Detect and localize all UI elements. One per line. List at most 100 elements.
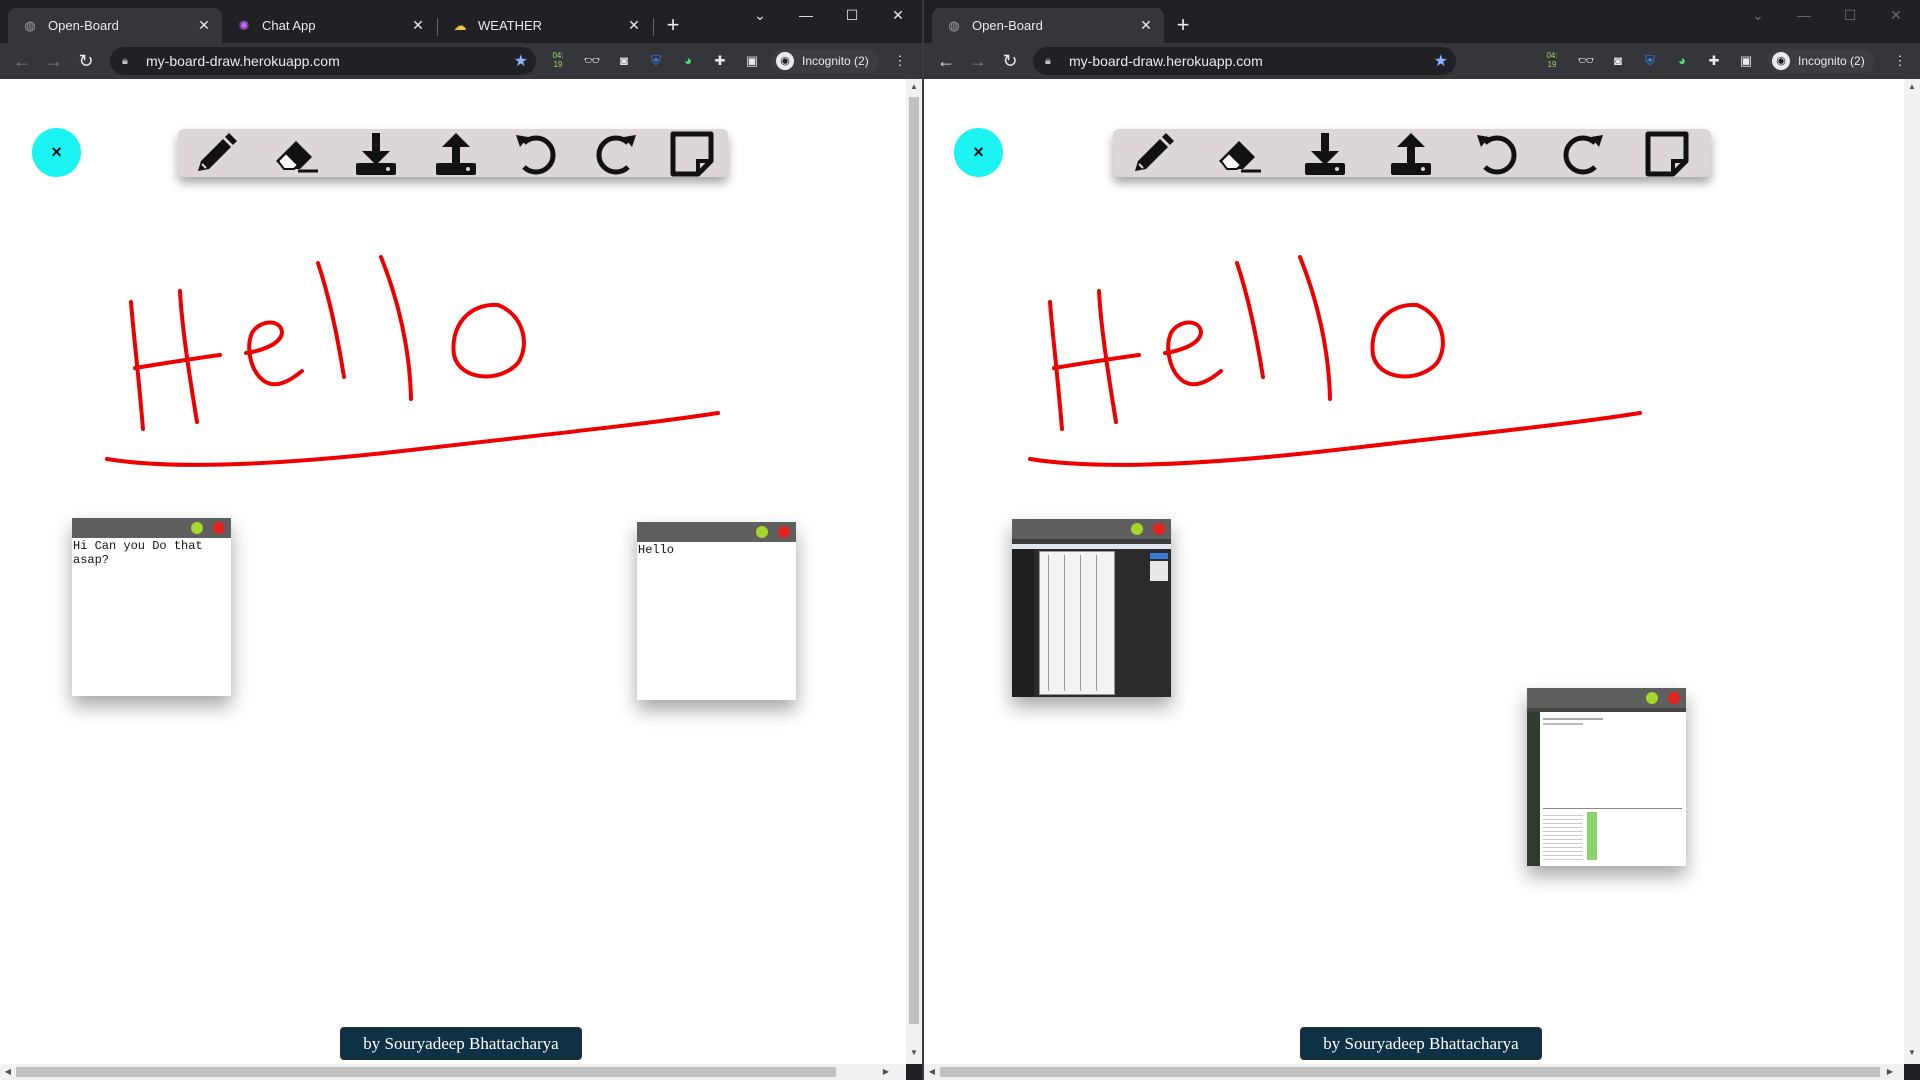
new-tab-button[interactable]: + — [1169, 12, 1197, 40]
bookmark-star-icon[interactable]: ★ — [1434, 51, 1448, 71]
side-panel-icon[interactable]: ▣ — [1736, 51, 1756, 71]
globe-icon: ◍ — [24, 17, 36, 33]
pencil-icon[interactable] — [192, 131, 240, 177]
upload-icon[interactable] — [432, 131, 480, 177]
scrollbar-thumb[interactable] — [940, 1067, 1880, 1077]
scrollbar-thumb[interactable] — [909, 97, 919, 1024]
image-note[interactable] — [1012, 519, 1171, 697]
more-menu-icon[interactable]: ⋮ — [1890, 51, 1910, 71]
upload-icon[interactable] — [1387, 131, 1435, 177]
tab-title: Open-Board — [972, 18, 1043, 33]
sticky-note-text[interactable]: Hi Can you Do that asap? — [73, 539, 229, 567]
extensions-puzzle-icon[interactable]: ✚ — [710, 51, 730, 71]
camera-extension-icon[interactable]: ◙ — [614, 51, 634, 71]
undo-icon[interactable] — [1473, 131, 1521, 177]
tab-weather[interactable]: ☁ WEATHER ✕ — [438, 8, 652, 43]
address-bar[interactable]: 🔒︎ my-board-draw.herokuapp.com ★ — [1033, 47, 1456, 75]
eraser-icon[interactable] — [1215, 131, 1263, 177]
address-bar[interactable]: 🔒︎ my-board-draw.herokuapp.com ★ — [110, 47, 536, 75]
scroll-up-arrow[interactable]: ▲ — [1904, 82, 1920, 91]
remove-note-button[interactable] — [778, 526, 790, 538]
remove-note-button[interactable] — [213, 522, 225, 534]
vertical-scrollbar[interactable]: ▲ ▼ — [906, 79, 922, 1064]
sticky-note-icon[interactable] — [668, 131, 716, 177]
remove-note-button[interactable] — [1153, 523, 1165, 535]
redo-icon[interactable] — [1559, 131, 1607, 177]
glasses-extension-icon[interactable]: 👓︎ — [1576, 51, 1596, 71]
scroll-right-arrow[interactable]: ▶ — [878, 1064, 894, 1080]
extensions-puzzle-icon[interactable]: ✚ — [1704, 51, 1724, 71]
scroll-left-arrow[interactable]: ◀ — [0, 1064, 16, 1080]
undo-icon[interactable] — [512, 131, 560, 177]
toggle-tools-button[interactable]: × — [32, 128, 81, 177]
close-icon[interactable]: ✕ — [626, 17, 642, 33]
maximize-button[interactable]: ☐ — [1827, 0, 1873, 32]
glasses-extension-icon[interactable]: 👓︎ — [582, 51, 602, 71]
sticky-note-header[interactable] — [637, 522, 796, 542]
close-window-button[interactable]: ✕ — [1873, 0, 1919, 32]
scroll-right-arrow[interactable]: ▶ — [1882, 1064, 1898, 1080]
reload-icon[interactable]: ↻ — [72, 47, 100, 75]
forward-icon[interactable]: → — [40, 47, 68, 75]
tab-search-icon[interactable]: ⌄ — [737, 0, 783, 32]
sticky-note-icon[interactable] — [1643, 131, 1691, 177]
incognito-badge[interactable]: ◉ Incognito (2) — [1768, 49, 1875, 73]
image-note[interactable] — [1527, 688, 1686, 866]
minimize-button[interactable]: — — [1781, 0, 1827, 32]
globe-icon: ◍ — [948, 17, 960, 33]
incognito-badge[interactable]: ◉ Incognito (2) — [772, 49, 879, 73]
minimize-note-button[interactable] — [756, 526, 768, 538]
paint-extension-icon[interactable]: ◕ — [678, 51, 698, 71]
shield-extension-icon[interactable]: ⛨ — [646, 51, 666, 71]
tab-open-board[interactable]: ◍ Open-Board ✕ — [932, 8, 1164, 43]
clock-extension-icon[interactable]: 04: 19 — [548, 51, 568, 71]
new-tab-button[interactable]: + — [659, 12, 687, 40]
download-icon[interactable] — [1301, 131, 1349, 177]
forward-icon[interactable]: → — [964, 47, 992, 75]
close-icon[interactable]: ✕ — [196, 17, 212, 33]
remove-note-button[interactable] — [1668, 692, 1680, 704]
pencil-icon[interactable] — [1129, 131, 1177, 177]
minimize-note-button[interactable] — [1646, 692, 1658, 704]
close-window-button[interactable]: ✕ — [875, 0, 921, 32]
scrollbar-thumb[interactable] — [16, 1067, 836, 1077]
maximize-button[interactable]: ☐ — [829, 0, 875, 32]
bookmark-star-icon[interactable]: ★ — [514, 51, 528, 71]
clock-extension-icon[interactable]: 04: 19 — [1542, 51, 1562, 71]
sticky-note[interactable]: Hi Can you Do that asap? — [72, 518, 231, 696]
scroll-left-arrow[interactable]: ◀ — [924, 1064, 940, 1080]
sticky-note-header[interactable] — [1527, 688, 1686, 708]
close-icon[interactable]: ✕ — [410, 17, 426, 33]
incognito-icon: ◉ — [776, 52, 794, 70]
minimize-note-button[interactable] — [1131, 523, 1143, 535]
sticky-note-text[interactable]: Hello — [638, 543, 794, 557]
back-icon[interactable]: ← — [8, 47, 36, 75]
reload-icon[interactable]: ↻ — [996, 47, 1024, 75]
horizontal-scrollbar[interactable]: ◀ ▶ — [924, 1064, 1904, 1080]
tab-open-board[interactable]: ◍ Open-Board ✕ — [8, 8, 222, 43]
sticky-note[interactable]: Hello — [637, 522, 796, 700]
scroll-up-arrow[interactable]: ▲ — [906, 82, 922, 91]
minimize-button[interactable]: — — [783, 0, 829, 32]
sticky-note-header[interactable] — [72, 518, 231, 538]
tab-chat-app[interactable]: ✺ Chat App ✕ — [222, 8, 436, 43]
more-menu-icon[interactable]: ⋮ — [890, 51, 910, 71]
eraser-icon[interactable] — [272, 131, 320, 177]
scroll-down-arrow[interactable]: ▼ — [1904, 1048, 1920, 1057]
close-icon[interactable]: ✕ — [1138, 17, 1154, 33]
minimize-note-button[interactable] — [191, 522, 203, 534]
tab-search-icon[interactable]: ⌄ — [1735, 0, 1781, 32]
toggle-tools-button[interactable]: × — [954, 128, 1003, 177]
horizontal-scrollbar[interactable]: ◀ ▶ — [0, 1064, 906, 1080]
shield-extension-icon[interactable]: ⛨ — [1640, 51, 1660, 71]
camera-extension-icon[interactable]: ◙ — [1608, 51, 1628, 71]
vertical-scrollbar[interactable]: ▲ ▼ — [1904, 79, 1920, 1064]
download-icon[interactable] — [352, 131, 400, 177]
side-panel-icon[interactable]: ▣ — [742, 51, 762, 71]
redo-icon[interactable] — [592, 131, 640, 177]
paint-extension-icon[interactable]: ◕ — [1672, 51, 1692, 71]
scroll-down-arrow[interactable]: ▼ — [906, 1048, 922, 1057]
back-icon[interactable]: ← — [932, 47, 960, 75]
browser-toolbar: ← → ↻ 🔒︎ my-board-draw.herokuapp.com ★ 0… — [0, 43, 922, 79]
sticky-note-header[interactable] — [1012, 519, 1171, 539]
